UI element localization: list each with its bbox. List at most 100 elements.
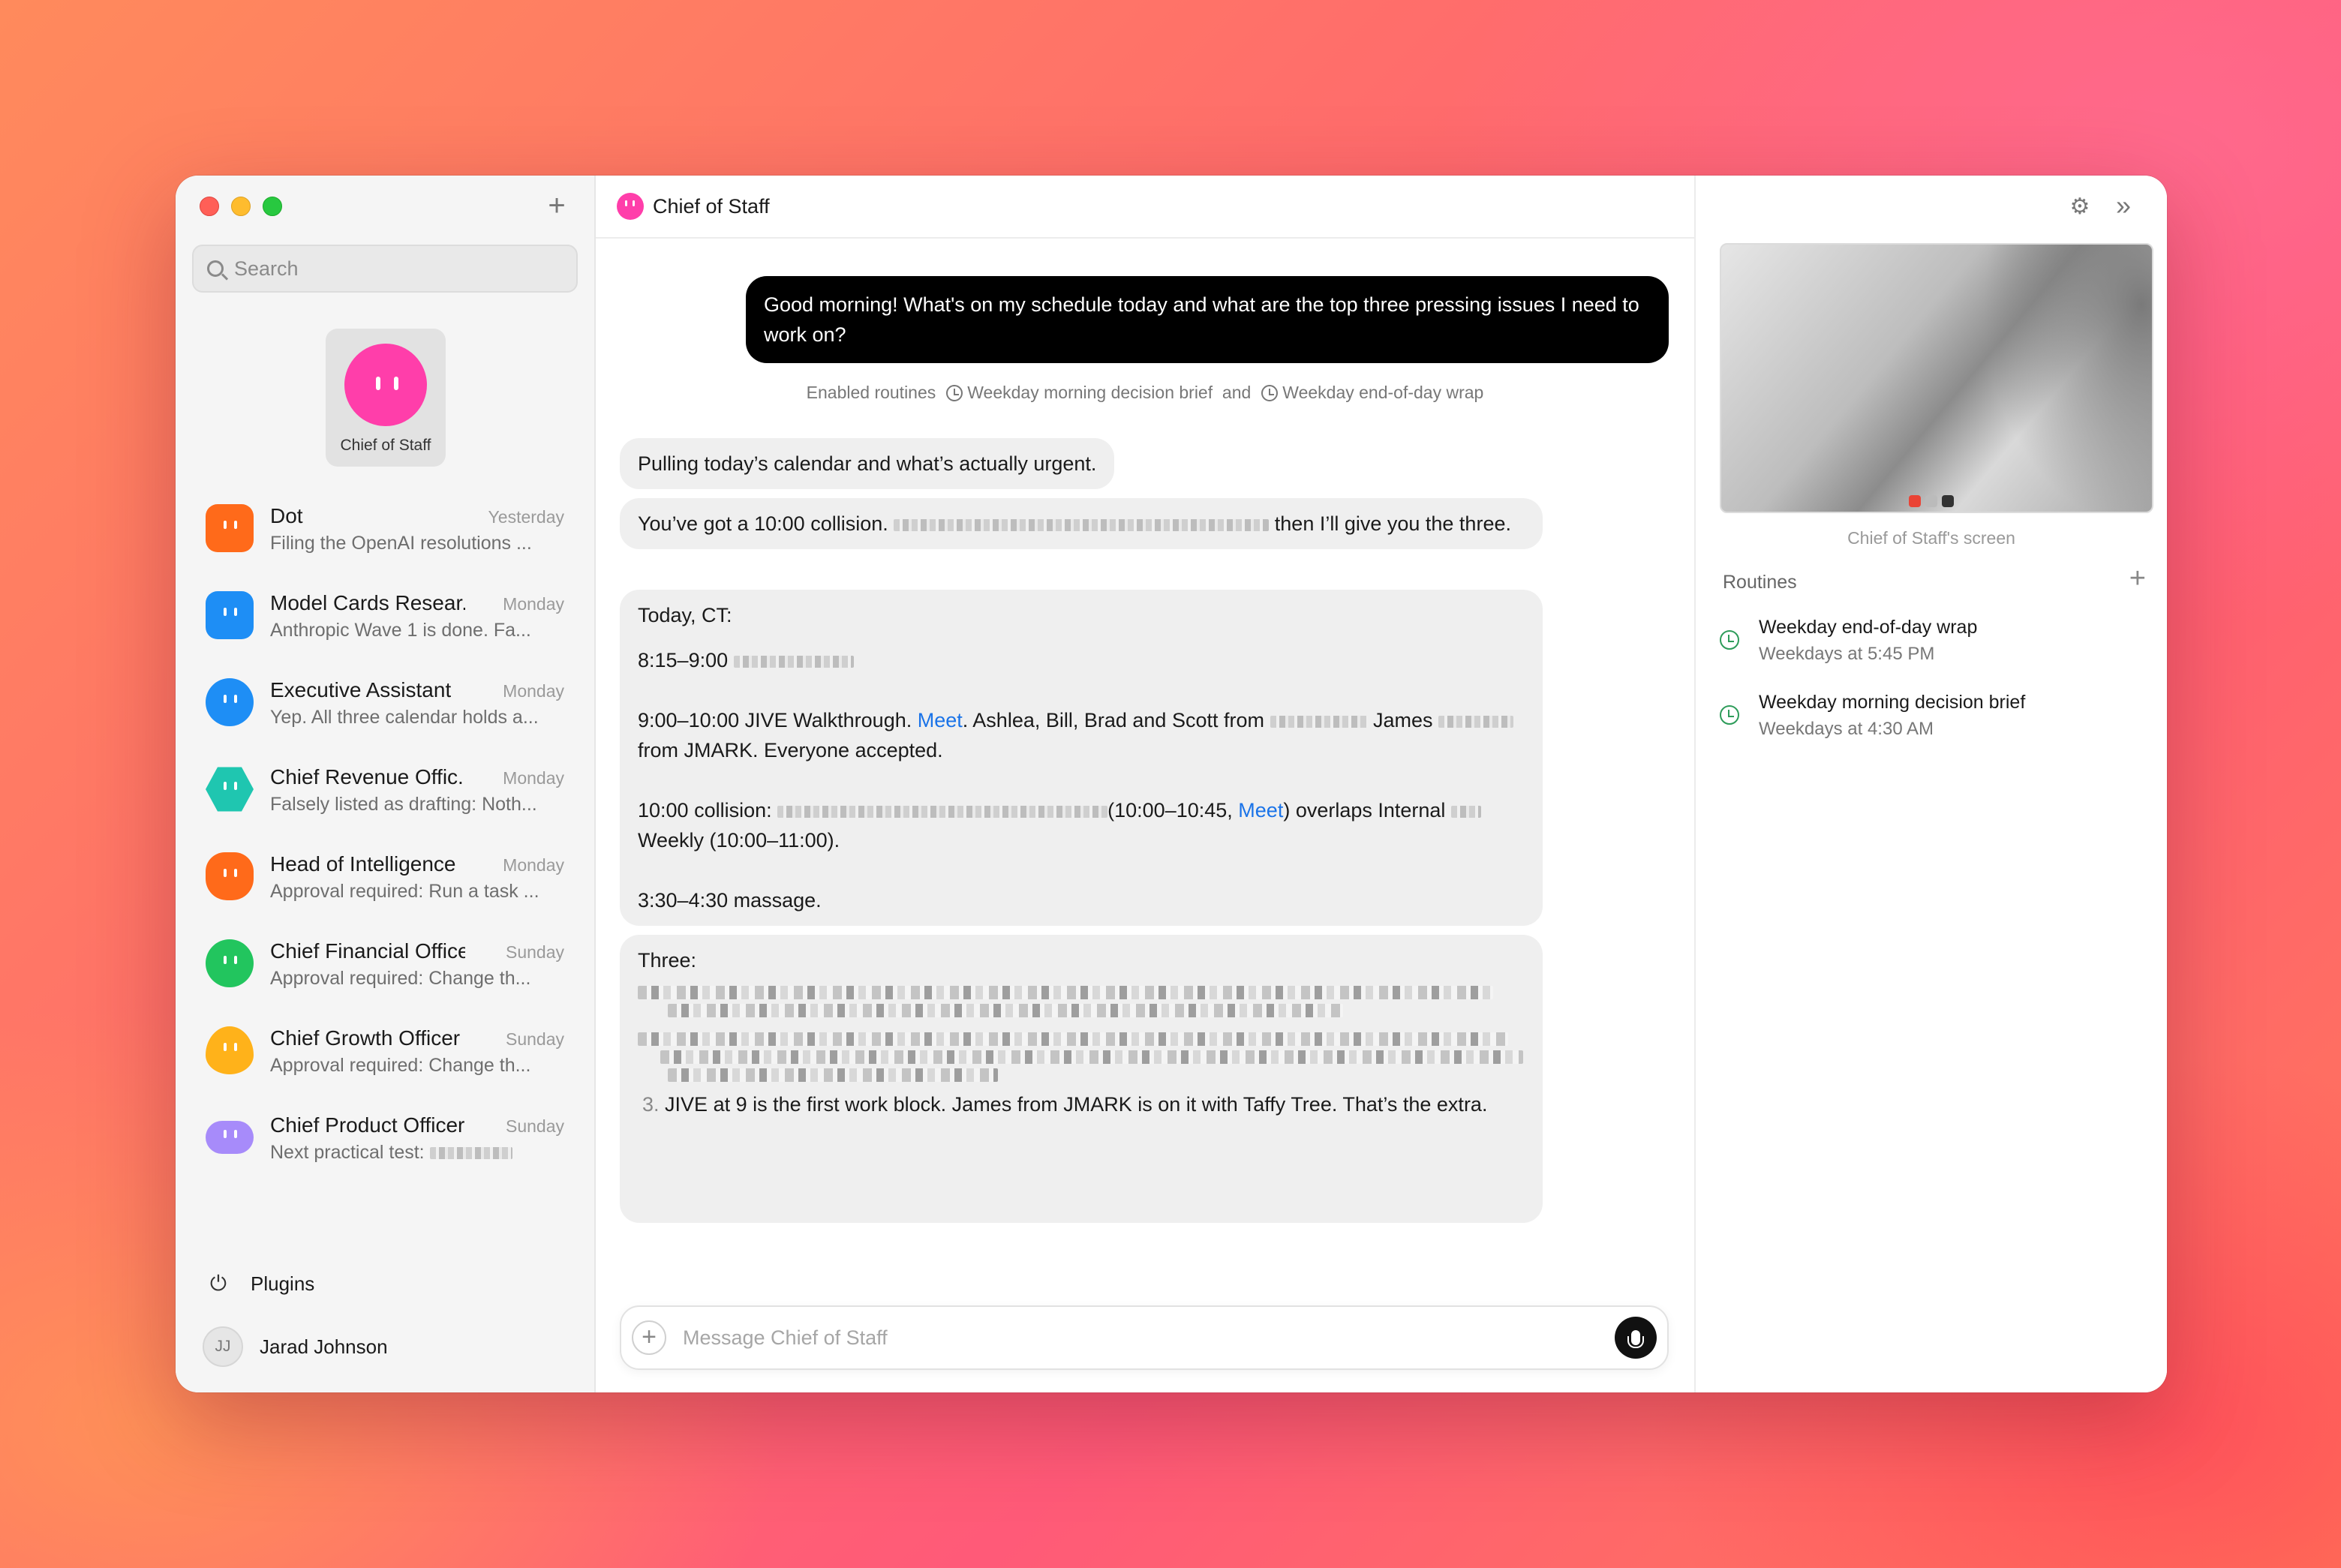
conversation-item[interactable]: Dot Yesterday Filing the OpenAI resoluti… [176,498,596,585]
clock-icon [1720,705,1739,725]
search-box[interactable] [192,245,578,293]
conversation-time: Monday [503,855,564,875]
new-chat-button[interactable]: + [540,189,573,222]
attach-button[interactable]: + [632,1320,666,1355]
conversation-name: Chief Financial Officer [270,939,465,963]
search-input[interactable] [234,257,549,281]
agent-avatar [206,591,254,639]
dock [1909,495,1954,507]
redacted-text [1438,715,1514,728]
routine-link[interactable]: Weekday end-of-day wrap [1282,383,1483,402]
active-agent-tile[interactable]: Chief of Staff [326,329,446,467]
conversation-time: Monday [503,768,564,788]
user-account[interactable]: JJ Jarad Johnson [203,1326,388,1367]
agent-avatar [206,504,254,552]
conversation-item[interactable]: Chief Product Officer Sunday Next practi… [176,1107,596,1194]
conversation-item[interactable]: Executive Assistant Monday Yep. All thre… [176,672,596,759]
enabled-routines-note: Enabled routines Weekday morning decision… [806,383,1484,402]
agent-label: Chief of Staff [340,437,431,454]
conversation-preview: Anthropic Wave 1 is done. Fa... [270,620,531,641]
user-message: Good morning! What's on my schedule toda… [746,276,1669,363]
plugins-link[interactable]: ⏻ Plugins [206,1271,314,1296]
sidebar: + Chief of Staff Dot Yesterday Filing th… [176,176,596,1392]
conversation-name: Chief Product Officer [270,1113,465,1137]
window-controls [200,197,282,216]
avatar: JJ [203,1326,243,1367]
redacted-text [894,518,1270,531]
collapse-panel-icon[interactable]: » [2110,192,2137,219]
conversation-name: Model Cards Resear... [270,591,465,614]
conversation-name: Head of Intelligence [270,852,456,876]
agent-screen-preview[interactable] [1720,243,2153,513]
message-composer: + [620,1305,1669,1370]
redacted-text [733,655,854,668]
clock-icon [1720,630,1739,650]
right-panel: ⚙ » Chief of Staff's screen Routines + W… [1694,176,2167,1392]
minimize-window-button[interactable] [231,197,251,216]
routine-name: Weekday end-of-day wrap [1759,617,1978,638]
routine-schedule: Weekdays at 5:45 PM [1759,644,1935,664]
mic-icon [1627,1330,1644,1348]
agent-avatar [206,767,254,812]
agent-avatar [617,193,644,220]
mic-button[interactable] [1615,1317,1657,1359]
redacted-text [1450,805,1481,818]
assistant-message: Today, CT: 8:15–9:00 9:00–10:00 JIVE Wal… [620,590,1543,926]
agent-avatar [206,678,254,726]
meet-link[interactable]: Meet [918,709,963,731]
conversation-preview: Yep. All three calendar holds a... [270,707,539,728]
conversation-name: Dot [270,504,303,527]
routine-name: Weekday morning decision brief [1759,692,2026,713]
agent-avatar [206,1026,254,1074]
conversation-preview: Approval required: Change th... [270,968,531,989]
plugins-label: Plugins [251,1272,315,1295]
conversation-time: Sunday [505,1116,564,1136]
redacted-text [1270,715,1368,728]
conversation-time: Monday [503,681,564,701]
conversation-name: Executive Assistant [270,678,452,701]
clock-icon [1261,385,1279,401]
redacted-text [429,1147,512,1160]
terminal-icon [1942,495,1954,507]
agent-avatar [344,344,427,426]
conversation-item[interactable]: Model Cards Resear... Monday Anthropic W… [176,585,596,672]
conversation-preview: Filing the OpenAI resolutions ... [270,533,532,554]
chrome-icon [1909,495,1921,507]
conversation-time: Yesterday [488,507,564,527]
conversation-preview: Falsely listed as drafting: Noth... [270,794,537,815]
conversation-time: Monday [503,594,564,614]
message-input[interactable] [683,1326,1615,1350]
zoom-window-button[interactable] [263,197,282,216]
plug-icon: ⏻ [209,1271,227,1295]
chat-header: Chief of Staff [596,176,1694,239]
routine-schedule: Weekdays at 4:30 AM [1759,719,1934,739]
conversation-time: Sunday [505,942,564,962]
conversation-name: Chief Revenue Offic... [270,765,465,789]
assistant-message: Three: 3. JIVE at 9 is the first work bl… [620,935,1543,1223]
close-window-button[interactable] [200,197,219,216]
routine-link[interactable]: Weekday morning decision brief [967,383,1213,402]
conversation-preview: Next practical test: [270,1142,512,1164]
assistant-message: Pulling today’s calendar and what’s actu… [620,438,1115,489]
app-icon [1925,495,1937,507]
agent-avatar [206,939,254,987]
screen-label: Chief of Staff's screen [1847,528,2015,548]
meet-link[interactable]: Meet [1238,799,1283,822]
assistant-message: You’ve got a 10:00 collision. then I’ll … [620,498,1543,549]
conversation-preview: Approval required: Run a task ... [270,881,539,902]
conversation-item[interactable]: Chief Financial Officer Sunday Approval … [176,933,596,1020]
chat-pane: Chief of Staff Good morning! What's on m… [596,176,1694,1392]
add-routine-button[interactable]: + [2129,563,2146,595]
redacted-text [638,986,1525,1082]
conversation-item[interactable]: Head of Intelligence Monday Approval req… [176,846,596,933]
agent-avatar [206,852,254,900]
search-icon [207,260,224,277]
conversation-time: Sunday [505,1029,564,1049]
conversation-item[interactable]: Chief Growth Officer Sunday Approval req… [176,1020,596,1107]
conversation-preview: Approval required: Change th... [270,1055,531,1076]
conversation-name: Chief Growth Officer [270,1026,461,1050]
conversation-item[interactable]: Chief Revenue Offic... Monday Falsely li… [176,759,596,846]
conversation-list: Dot Yesterday Filing the OpenAI resoluti… [176,498,596,1194]
gear-icon[interactable]: ⚙ [2066,194,2093,221]
page-title: Chief of Staff [653,194,770,218]
